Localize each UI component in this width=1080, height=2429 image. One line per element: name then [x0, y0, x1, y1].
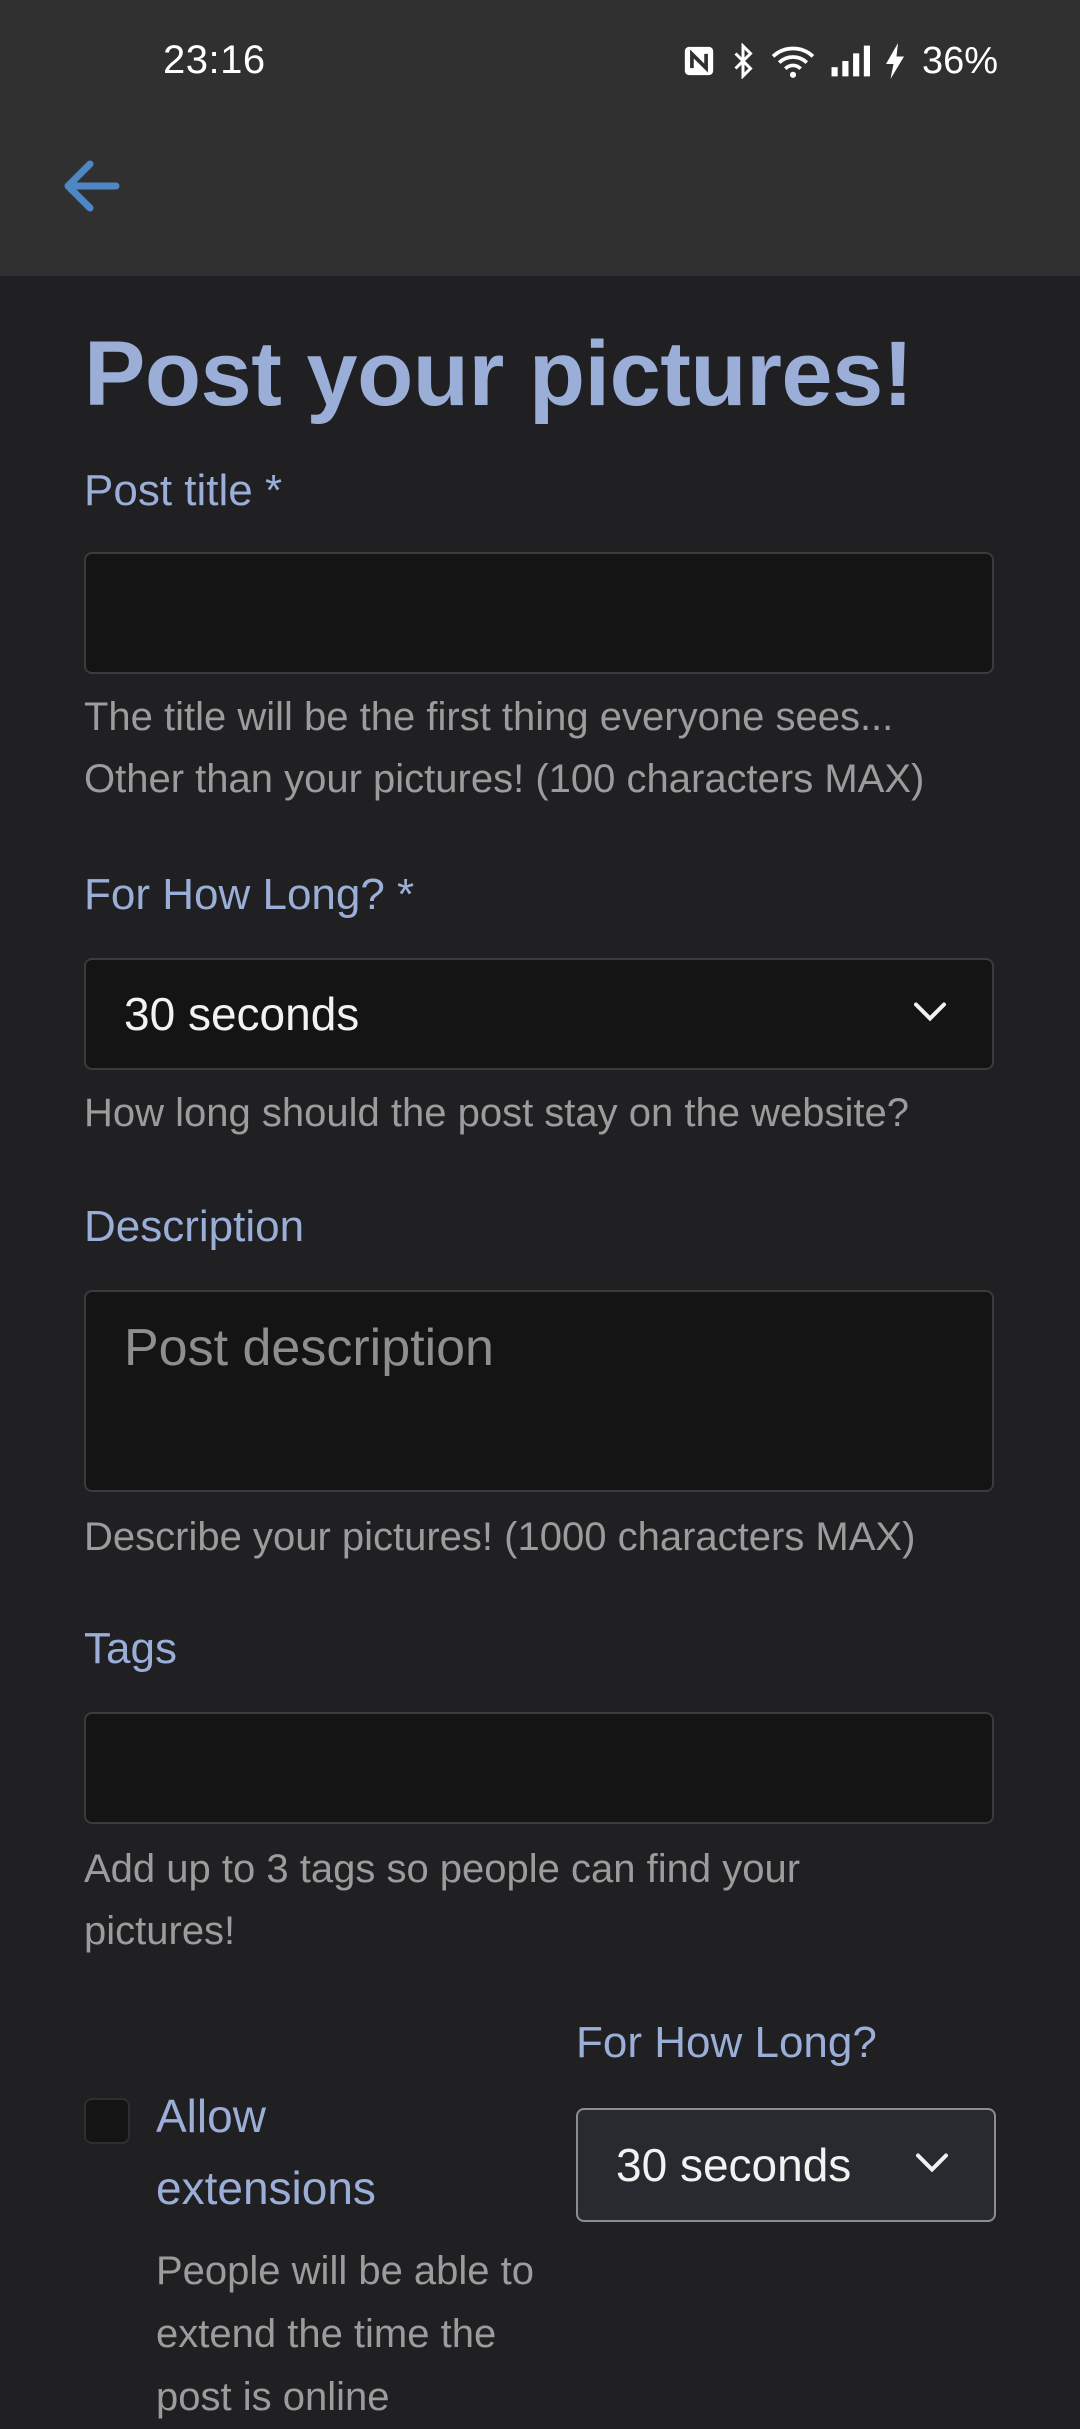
bluetooth-icon — [730, 43, 756, 79]
page-title: Post your pictures! — [84, 323, 913, 425]
duration-select[interactable]: 30 seconds — [84, 958, 994, 1070]
description-textarea[interactable]: Post description — [84, 1290, 994, 1492]
post-title-input[interactable] — [84, 552, 994, 674]
tags-help: Add up to 3 tags so people can find your… — [84, 1847, 801, 1953]
back-button[interactable] — [50, 148, 130, 228]
arrow-left-icon — [58, 156, 122, 221]
post-title-label: Post title * — [84, 466, 283, 515]
description-label: Description — [84, 1202, 305, 1251]
battery-level: 36% — [921, 39, 998, 82]
signal-icon — [830, 45, 870, 77]
allow-extensions-checkbox[interactable] — [84, 2098, 130, 2144]
allow-extensions-label[interactable]: Allow extensions — [156, 2080, 496, 2224]
description-help: Describe your pictures! (1000 characters… — [84, 1515, 916, 1559]
tags-input[interactable] — [84, 1712, 994, 1824]
post-title-help: The title will be the first thing everyo… — [84, 695, 925, 801]
tags-label: Tags — [84, 1624, 177, 1673]
app-bar: 23:16 36% — [0, 0, 1080, 276]
chevron-down-icon — [912, 2151, 952, 2180]
duration-help: How long should the post stay on the web… — [84, 1091, 909, 1135]
wifi-icon — [770, 44, 816, 78]
duration-selected-value: 30 seconds — [124, 988, 360, 1040]
charging-icon — [884, 43, 906, 79]
duration-label: For How Long? * — [84, 870, 415, 919]
status-icons: 36% — [682, 36, 998, 86]
chevron-down-icon — [910, 1000, 950, 1029]
description-placeholder: Post description — [124, 1319, 494, 1377]
allow-extensions-help: People will be able to extend the time t… — [156, 2249, 535, 2419]
extension-duration-selected-value: 30 seconds — [616, 2139, 852, 2191]
nfc-icon — [682, 44, 716, 78]
status-time: 23:16 — [163, 38, 266, 82]
extension-duration-select[interactable]: 30 seconds — [576, 2108, 996, 2222]
extension-duration-label: For How Long? — [576, 2018, 877, 2067]
